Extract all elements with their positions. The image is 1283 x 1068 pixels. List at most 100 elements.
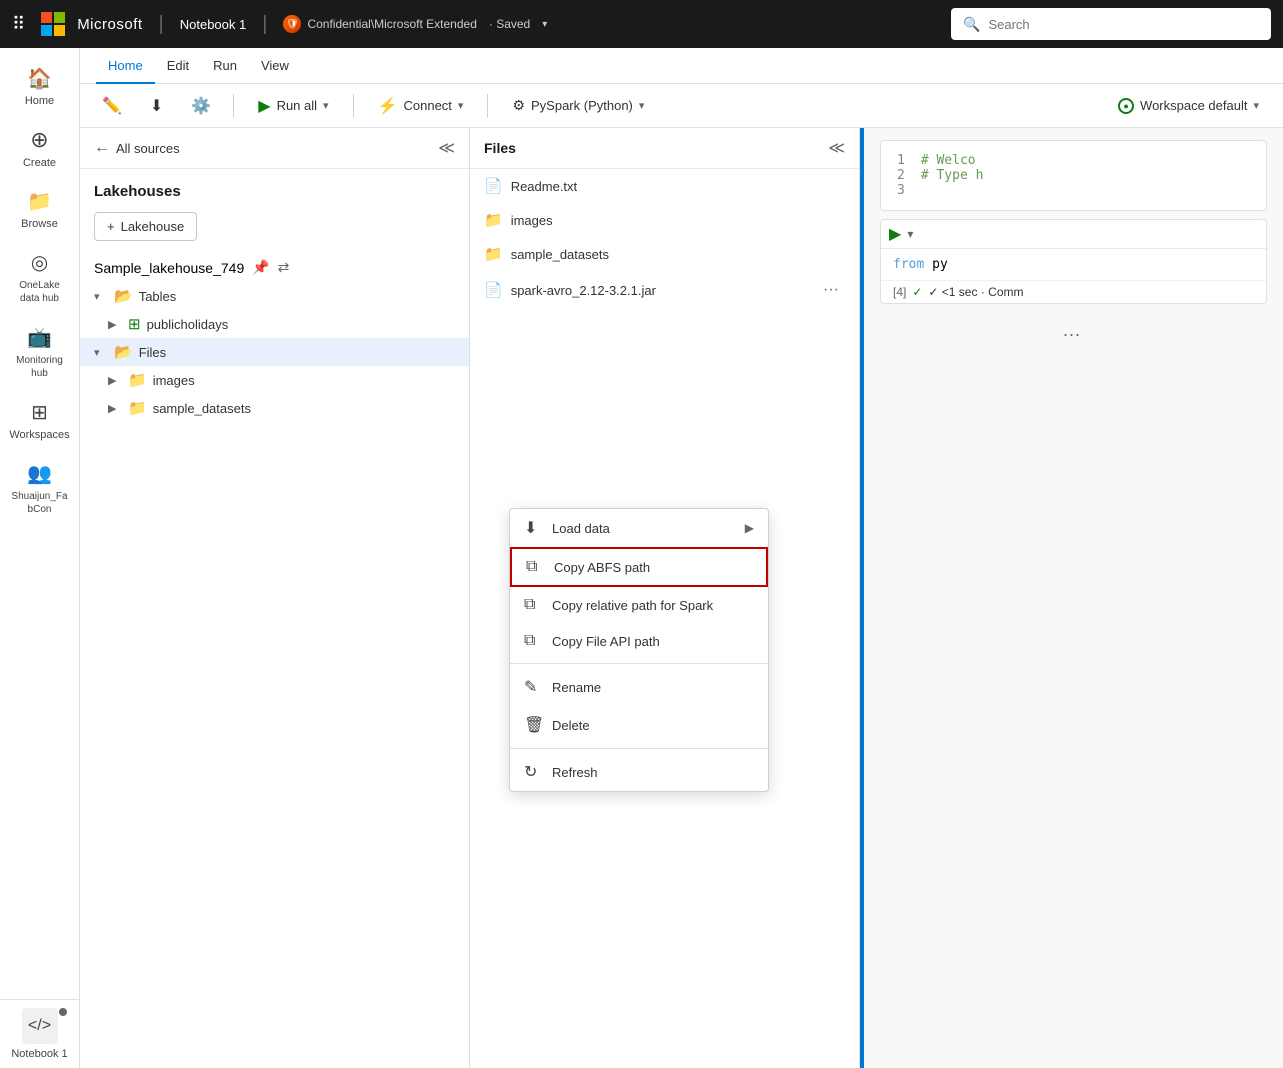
microsoft-logo — [41, 12, 65, 36]
cell-run-icon[interactable]: ▶ — [889, 224, 901, 244]
search-input[interactable] — [988, 17, 1259, 32]
ctx-copy-abfs[interactable]: ⧉ Copy ABFS path — [510, 547, 768, 587]
refresh-icon: ↻ — [524, 762, 542, 782]
menu-home[interactable]: Home — [96, 48, 155, 84]
ctx-copy-relative[interactable]: ⧉ Copy relative path for Spark — [510, 587, 768, 623]
rename-icon: ✎ — [524, 677, 542, 697]
more-options-button[interactable]: ··· — [817, 279, 845, 301]
sidebar-item-notebook[interactable]: </> Notebook 1 — [0, 999, 79, 1068]
folder-icon: 📁 — [128, 371, 147, 389]
copy-icon: ⧉ — [524, 632, 542, 650]
file-item-images[interactable]: 📁 images — [470, 203, 859, 237]
settings-button[interactable]: ⚙️ — [181, 90, 221, 122]
file-item-sample-datasets[interactable]: 📁 sample_datasets — [470, 237, 859, 271]
sidebar-browse-label: Browse — [21, 218, 58, 230]
menu-view[interactable]: View — [249, 48, 301, 84]
ctx-refresh[interactable]: ↻ Refresh — [510, 753, 768, 791]
sidebar-item-create[interactable]: ⊕ Create — [0, 117, 79, 179]
lakehouse-name-label: Sample_lakehouse_749 — [94, 260, 244, 276]
add-lakehouse-label: Lakehouse — [121, 219, 185, 234]
ctx-rename[interactable]: ✎ Rename — [510, 668, 768, 706]
notebook-cell-1[interactable]: 1 2 3 # Welco # Type h — [880, 140, 1267, 211]
code-py: py — [932, 257, 948, 272]
collapse-files-button[interactable]: ≪ — [828, 138, 845, 158]
download-icon: ⬇ — [150, 96, 163, 116]
sidebar-notebook-label: Notebook 1 — [11, 1048, 67, 1060]
edit-button[interactable]: ✏️ — [92, 90, 132, 122]
code-line-3 — [921, 183, 984, 198]
ctx-load-data-label: Load data — [552, 521, 610, 536]
workspace-button[interactable]: ● Workspace default ▾ — [1106, 92, 1271, 120]
run-all-button[interactable]: ▶ Run all ▾ — [246, 90, 340, 122]
home-icon: 🏠 — [27, 66, 52, 91]
files-title: Files — [484, 140, 516, 156]
tree-files-label: Files — [139, 345, 166, 360]
sidebar-item-user[interactable]: 👥 Shuaijun_FabCon — [0, 451, 79, 526]
workspace-chevron-icon: ▾ — [1253, 99, 1259, 112]
pin-icon[interactable]: 📌 — [252, 259, 269, 276]
add-lakehouse-button[interactable]: + Lakehouse — [94, 212, 197, 241]
folder-icon: 📁 — [128, 399, 147, 417]
file-item-jar[interactable]: 📄 spark-avro_2.12-3.2.1.jar ··· — [470, 271, 859, 309]
ctx-copy-file-api[interactable]: ⧉ Copy File API path — [510, 623, 768, 659]
cell-chevron-icon[interactable]: ▾ — [907, 227, 913, 241]
pyspark-button[interactable]: ⚙ PySpark (Python) ▾ — [500, 91, 656, 120]
back-arrow-icon: ← — [94, 139, 110, 157]
notebook-cell-2[interactable]: ▶ ▾ from py [4] ✓ ✓ <1 sec · Comm — [880, 219, 1267, 304]
grid-dots-icon[interactable]: ⠿ — [12, 14, 25, 35]
workspace-label: Workspace default — [1140, 98, 1247, 113]
tree-item-sample-datasets[interactable]: ▶ 📁 sample_datasets — [80, 394, 469, 422]
line-numbers: 1 2 3 — [897, 153, 905, 198]
copy-icon: ⧉ — [526, 558, 544, 576]
play-icon: ▶ — [258, 96, 270, 116]
chevron-right-icon: ▶ — [745, 521, 754, 535]
exec-num: [4] — [893, 285, 906, 299]
menu-run[interactable]: Run — [201, 48, 249, 84]
chevron-down-icon: ▾ — [94, 346, 108, 359]
sidebar-item-workspaces[interactable]: ⊞ Workspaces — [0, 390, 79, 451]
ctx-separator-1 — [510, 663, 768, 664]
connect-button[interactable]: ⚡ Connect ▾ — [366, 90, 476, 122]
collapse-explorer-button[interactable]: ≪ — [438, 138, 455, 158]
status-text: ✓ <1 sec · Comm — [928, 285, 1023, 299]
monitoring-icon: 📺 — [27, 325, 52, 350]
search-icon: 🔍 — [963, 16, 980, 33]
connect-label: Connect — [403, 98, 451, 113]
tree-images-label: images — [153, 373, 195, 388]
sidebar-item-onelake[interactable]: ◎ OneLakedata hub — [0, 240, 79, 315]
chevron-down-icon[interactable]: ▾ — [542, 19, 547, 30]
sidebar-item-home[interactable]: 🏠 Home — [0, 56, 79, 117]
tree-item-files[interactable]: ▾ 📂 Files — [80, 338, 469, 366]
ctx-load-data[interactable]: ⬇ Load data ▶ — [510, 509, 768, 547]
notebook-panel: 1 2 3 # Welco # Type h ▶ — [860, 128, 1283, 1068]
ctx-delete[interactable]: 🗑 Delete — [510, 706, 768, 744]
tree-item-publicholidays[interactable]: ▶ ⊞ publicholidays — [80, 310, 469, 338]
search-box[interactable]: 🔍 — [951, 8, 1271, 40]
menu-edit[interactable]: Edit — [155, 48, 201, 84]
chevron-right-icon: ▶ — [108, 318, 122, 331]
panels-wrapper: ← All sources ≪ Lakehouses + Lakehouse S… — [80, 128, 1283, 1068]
code-content: # Welco # Type h — [921, 153, 984, 198]
download-button[interactable]: ⬇ — [140, 90, 173, 122]
gear-icon: ⚙️ — [191, 96, 211, 116]
files-panel: Files ≪ 📄 Readme.txt 📁 images 📁 sample_d… — [470, 128, 860, 1068]
tree-item-images[interactable]: ▶ 📁 images — [80, 366, 469, 394]
ctx-delete-label: Delete — [552, 718, 590, 733]
tree-item-tables[interactable]: ▾ 📂 Tables — [80, 282, 469, 310]
notebook-title[interactable]: Notebook 1 — [180, 17, 247, 32]
explorer-title: Lakehouses — [80, 169, 469, 208]
shield-icon: 🛡 — [283, 15, 301, 33]
sidebar-item-monitoring[interactable]: 📺 Monitoringhub — [0, 315, 79, 390]
folder-open-icon: 📂 — [114, 343, 133, 361]
run-chevron-icon: ▾ — [323, 99, 329, 112]
sync-icon[interactable]: ⇄ — [278, 259, 290, 276]
chevron-right-icon: ▶ — [108, 374, 122, 387]
toolbar: ✏️ ⬇ ⚙️ ▶ Run all ▾ ⚡ Connect ▾ ⚙ — [80, 84, 1283, 128]
blue-bar — [860, 128, 864, 1068]
pyspark-label: PySpark (Python) — [531, 98, 633, 113]
back-button[interactable]: ← All sources — [94, 139, 180, 157]
sidebar-item-browse[interactable]: 📁 Browse — [0, 179, 79, 240]
run-all-label: Run all — [277, 98, 317, 113]
tree-publicholidays-label: publicholidays — [147, 317, 229, 332]
file-item-readme[interactable]: 📄 Readme.txt — [470, 169, 859, 203]
